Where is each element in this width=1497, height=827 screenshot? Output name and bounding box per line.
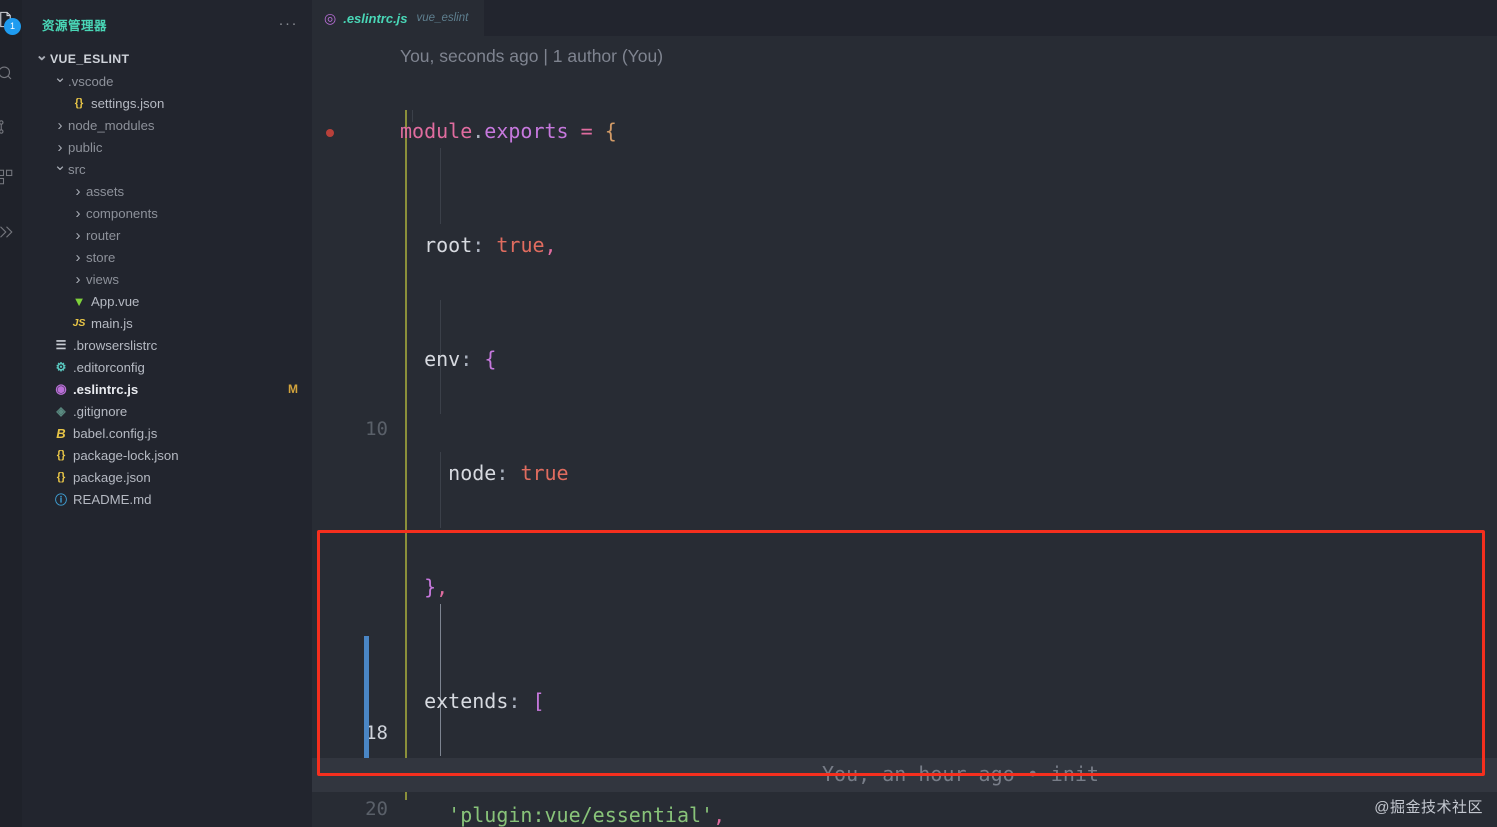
chevron-right-icon	[52, 139, 68, 156]
tree-item-package-json[interactable]: {} package.json	[22, 466, 312, 488]
tree-item-components[interactable]: components	[22, 202, 312, 224]
tree-item-app-vue[interactable]: ▼ App.vue	[22, 290, 312, 312]
code-line-5: },	[424, 575, 449, 599]
tree-item-label: babel.config.js	[73, 425, 158, 441]
eslint-file-icon: ◉	[55, 381, 67, 396]
explorer-header: 资源管理器 ···	[22, 12, 312, 36]
tree-item-node-modules[interactable]: node_modules	[22, 114, 312, 136]
tree-item-label: .browserslistrc	[73, 337, 158, 353]
explorer-sidebar: 资源管理器 ··· VUE_ESLINT .vscode {} settings.j…	[22, 0, 312, 827]
tree-item-label: App.vue	[91, 293, 140, 309]
extensions-icon[interactable]	[0, 160, 22, 194]
chevron-right-icon	[70, 183, 86, 200]
chevron-down-icon	[52, 160, 68, 178]
tree-item-views[interactable]: views	[22, 268, 312, 290]
tree-item-settings-json[interactable]: {} settings.json	[22, 92, 312, 114]
tab-folder: vue_eslint	[416, 12, 469, 24]
tree-item-label: router	[86, 227, 121, 243]
source-control-icon[interactable]	[0, 110, 22, 144]
remote-chevrons-icon[interactable]	[0, 215, 22, 249]
tree-item-label: node_modules	[68, 117, 155, 133]
tree-item-label: assets	[86, 183, 125, 199]
tree-item-label: .gitignore	[73, 403, 128, 419]
editor-area: ◎ .eslintrc.js vue_eslint You, seconds a…	[312, 0, 1497, 827]
list-file-icon: ☰	[55, 338, 67, 352]
md-file-icon: ⓘ	[54, 492, 67, 507]
tree-item-main-js[interactable]: JS main.js	[22, 312, 312, 334]
chevron-down-icon	[52, 72, 68, 90]
chevron-right-icon	[70, 249, 86, 266]
activity-bar: 1	[0, 0, 22, 827]
tree-item-assets[interactable]: assets	[22, 180, 312, 202]
chevron-right-icon	[70, 271, 86, 288]
tree-root-label: VUE_ESLINT	[50, 52, 130, 66]
json-file-icon: {}	[56, 449, 66, 461]
chevron-right-icon	[70, 227, 86, 244]
chevron-right-icon	[70, 205, 86, 222]
eslint-icon: ◎	[324, 9, 337, 26]
tree-item-label: public	[68, 139, 103, 155]
tab-bar: ◎ .eslintrc.js vue_eslint	[312, 0, 1497, 36]
chevron-right-icon	[52, 117, 68, 134]
tree-item-label: src	[68, 161, 86, 177]
tree-item-gitignore[interactable]: ◈ .gitignore	[22, 400, 312, 422]
json-file-icon: {}	[56, 471, 66, 483]
source-control-badge: 1	[4, 18, 21, 35]
json-file-icon: {}	[74, 97, 84, 109]
file-tree: VUE_ESLINT .vscode {} settings.json node_mo…	[22, 48, 312, 510]
code-line-4: node: true	[448, 461, 569, 485]
tree-item-store[interactable]: store	[22, 246, 312, 268]
line-number: 10	[365, 418, 388, 440]
modified-change-bar	[364, 636, 369, 758]
code-line-2: root: true,	[424, 233, 557, 257]
code-line-1: module.exports = {	[400, 119, 617, 143]
chevron-down-icon	[34, 50, 50, 68]
vue-file-icon: ▼	[72, 293, 86, 309]
search-icon[interactable]	[0, 56, 22, 90]
tree-item-router[interactable]: router	[22, 224, 312, 246]
tree-item-label: .editorconfig	[73, 359, 145, 375]
tree-item-label: .eslintrc.js	[73, 381, 139, 397]
babel-file-icon: B	[56, 425, 66, 441]
tree-item-label: settings.json	[91, 95, 165, 111]
tree-item-eslintrc-js[interactable]: ◉ .eslintrc.js M	[22, 378, 312, 400]
tree-item-browserslistrc[interactable]: ☰ .browserslistrc	[22, 334, 312, 356]
breakpoint-dot[interactable]	[326, 129, 334, 137]
js-file-icon: JS	[72, 317, 86, 329]
code-line-3: env: {	[424, 347, 497, 371]
tree-item-label: components	[86, 205, 158, 221]
tree-item-label: main.js	[91, 315, 133, 331]
tree-item-label: views	[86, 271, 119, 287]
code-line-7: 'plugin:vue/essential',	[448, 803, 726, 827]
tree-item-label: store	[86, 249, 116, 265]
tree-item-label: package.json	[73, 469, 151, 485]
git-status-badge: M	[288, 382, 298, 396]
code-canvas[interactable]: You, seconds ago | 1 author (You) 10 18 …	[312, 36, 1497, 827]
code-text[interactable]: module.exports = { root: true, env: { no…	[400, 36, 1291, 827]
tree-item-public[interactable]: public	[22, 136, 312, 158]
tab-eslintrc-js[interactable]: ◎ .eslintrc.js vue_eslint	[312, 0, 485, 36]
explorer-title: 资源管理器	[42, 18, 108, 33]
tree-item-readme-md[interactable]: ⓘ README.md	[22, 488, 312, 510]
vscode-window: 1 资源管理器 ··· VUE_ESLINT .vscode {} settings…	[0, 0, 1497, 827]
tree-item-vscode[interactable]: .vscode	[22, 70, 312, 92]
code-line-6: extends: [	[424, 689, 545, 713]
more-actions-icon[interactable]: ···	[279, 16, 299, 31]
tree-item-babel-config-js[interactable]: Bbabel.config.js	[22, 422, 312, 444]
watermark: @掘金技术社区	[1374, 799, 1483, 816]
tree-item-package-lock-json[interactable]: {} package-lock.json	[22, 444, 312, 466]
tree-root-folder[interactable]: VUE_ESLINT	[22, 48, 312, 70]
gear-file-icon: ⚙	[55, 360, 67, 374]
git-file-icon: ◈	[56, 404, 66, 418]
tree-item-src[interactable]: src	[22, 158, 312, 180]
tree-item-label: README.md	[73, 491, 152, 507]
tree-item-editorconfig[interactable]: ⚙ .editorconfig	[22, 356, 312, 378]
tab-filename: .eslintrc.js	[343, 10, 408, 26]
line-number: 20	[365, 798, 388, 820]
tree-item-label: package-lock.json	[73, 447, 179, 463]
tree-item-label: .vscode	[68, 73, 114, 89]
